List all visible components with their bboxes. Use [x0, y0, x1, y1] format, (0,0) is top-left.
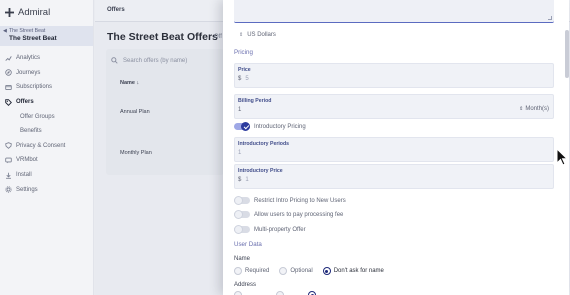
price-field[interactable]: Price $5: [234, 63, 554, 88]
offers-icon: [5, 98, 12, 106]
address-radio-dont-ask[interactable]: [308, 291, 316, 295]
updown-arrows-icon: ⇕: [519, 106, 524, 112]
intro-pricing-toggle-row[interactable]: Introductory Pricing: [234, 122, 306, 131]
address-radio-group: [234, 291, 316, 295]
processing-fee-toggle[interactable]: [234, 210, 250, 219]
search-placeholder: Search offers (by name): [123, 57, 188, 64]
search-input[interactable]: Search offers (by name): [111, 57, 187, 64]
billing-unit-value: Month(s): [525, 106, 549, 112]
intro-pricing-label: Introductory Pricing: [254, 123, 306, 130]
sidebar-item-label: VRMbot: [16, 157, 38, 164]
property-name: The Street Beat: [9, 35, 57, 42]
intro-periods-label: Introductory Periods: [238, 141, 290, 147]
address-label: Address: [234, 282, 257, 288]
restrict-intro-toggle[interactable]: [234, 196, 250, 205]
check-icon: [241, 122, 250, 131]
price-value: 5: [245, 76, 249, 82]
shield-icon: [5, 142, 12, 150]
analytics-icon: [5, 55, 12, 62]
sidebar-item-offers[interactable]: Offers: [0, 95, 93, 110]
sidebar-item-label: Settings: [16, 186, 38, 193]
sidebar-item-label: Privacy & Consent: [16, 142, 66, 149]
sidebar-item-offer-groups[interactable]: Offer Groups: [0, 109, 93, 124]
sidebar-item-subscriptions[interactable]: Subscriptions: [0, 80, 93, 95]
sidebar-item-settings[interactable]: Settings: [0, 182, 93, 197]
multi-property-label: Multi-property Offer: [254, 226, 306, 233]
subscriptions-icon: [5, 84, 12, 91]
intro-periods-field[interactable]: Introductory Periods 1: [234, 137, 554, 162]
pricing-section-label: Pricing: [234, 49, 253, 56]
sidebar: Admiral ◀ The Street Beat The Street Bea…: [0, 0, 94, 295]
journeys-icon: [5, 69, 12, 77]
page-title: The Street Beat Offers: [107, 31, 218, 43]
intro-price-value: 1: [245, 177, 249, 183]
mouse-pointer-icon: [556, 148, 568, 166]
sidebar-item-label: Offers: [16, 99, 34, 106]
description-textarea[interactable]: [234, 0, 554, 23]
processing-fee-toggle-row[interactable]: Allow users to pay processing fee: [234, 210, 344, 219]
currency-symbol: $: [238, 76, 242, 82]
name-radio-optional[interactable]: Optional: [279, 267, 313, 275]
billing-period-field[interactable]: Billing Period 1 ⇕ Month(s): [234, 94, 554, 119]
multi-property-toggle-row[interactable]: Multi-property Offer: [234, 225, 306, 234]
column-header-name[interactable]: Name ↓: [120, 80, 139, 86]
intro-price-label: Introductory Price: [238, 168, 283, 174]
restrict-intro-label: Restrict Intro Pricing to New Users: [254, 197, 346, 204]
panel-scrollbar[interactable]: [565, 30, 569, 78]
intro-pricing-toggle[interactable]: [234, 122, 250, 131]
multi-property-toggle[interactable]: [234, 225, 250, 234]
name-radio-required[interactable]: Required: [234, 267, 269, 275]
name-radio-dont-ask[interactable]: Don't ask for name: [322, 267, 384, 275]
search-icon: [111, 57, 118, 64]
billing-period-value: 1: [238, 107, 242, 113]
restrict-intro-toggle-row[interactable]: Restrict Intro Pricing to New Users: [234, 196, 346, 205]
sidebar-item-journeys[interactable]: Journeys: [0, 66, 93, 81]
chevron-icon: ◀: [3, 28, 7, 34]
price-label: Price: [238, 67, 251, 73]
currency-value: US Dollars: [247, 32, 276, 38]
table-row[interactable]: Annual Plan: [120, 109, 150, 115]
gear-icon: [5, 186, 12, 193]
sidebar-item-label: Journeys: [16, 69, 41, 76]
intro-price-field[interactable]: Introductory Price $1: [234, 164, 554, 189]
page-title-tail: Off: [214, 34, 222, 40]
sidebar-nav: Analytics Journeys Subscriptions Offers …: [0, 51, 93, 197]
billing-period-label: Billing Period: [238, 98, 272, 104]
currency-symbol: $: [238, 177, 242, 183]
download-icon: [5, 172, 12, 179]
sidebar-item-install[interactable]: Install: [0, 168, 93, 183]
sidebar-item-privacy[interactable]: Privacy & Consent: [0, 139, 93, 154]
processing-fee-label: Allow users to pay processing fee: [254, 211, 344, 218]
chat-bubble-icon: [5, 157, 12, 164]
offer-edit-panel: ⇕ US Dollars Pricing Price $5 Billing Pe…: [223, 0, 569, 295]
resize-grip-icon[interactable]: [548, 16, 552, 20]
sidebar-item-label: Install: [16, 172, 32, 179]
table-row[interactable]: Monthly Plan: [120, 150, 152, 156]
property-small-label: The Street Beat: [9, 28, 46, 34]
sidebar-item-label: Subscriptions: [16, 84, 53, 91]
sidebar-item-label: Analytics: [16, 55, 41, 62]
brand[interactable]: Admiral: [0, 2, 93, 22]
admiral-logo-icon: [5, 7, 14, 17]
property-switcher[interactable]: ◀ The Street Beat The Street Beat: [0, 26, 93, 46]
billing-unit-select[interactable]: ⇕ Month(s): [519, 106, 549, 112]
name-radio-group: Required Optional Don't ask for name: [234, 267, 384, 275]
updown-arrows-icon: ⇕: [239, 32, 244, 38]
brand-name: Admiral: [18, 6, 51, 18]
user-data-section-label: User Data: [234, 241, 262, 248]
sidebar-item-analytics[interactable]: Analytics: [0, 51, 93, 66]
name-label: Name: [234, 256, 251, 262]
address-radio-optional[interactable]: [276, 291, 284, 295]
sidebar-item-benefits[interactable]: Benefits: [0, 124, 93, 139]
address-radio-required[interactable]: [234, 291, 242, 295]
currency-select[interactable]: ⇕ US Dollars: [239, 32, 276, 38]
sidebar-item-vrmbot[interactable]: VRMbot: [0, 153, 93, 168]
offers-table: Search offers (by name) Name ↓ Annual Pl…: [106, 49, 224, 175]
intro-periods-value: 1: [238, 150, 242, 156]
